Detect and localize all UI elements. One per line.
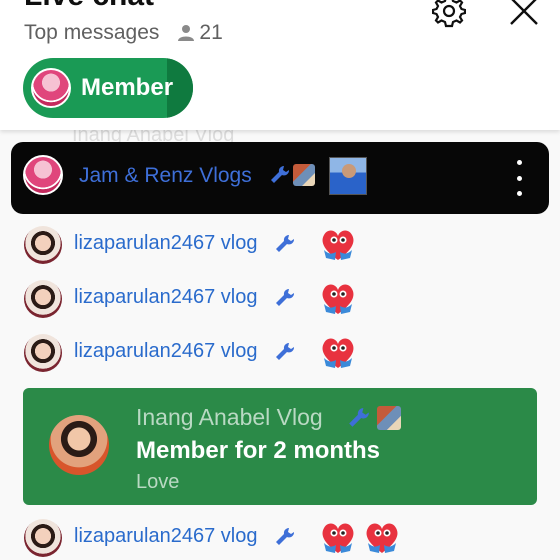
message-author[interactable]: lizaparulan2467 vlog <box>74 340 257 363</box>
avatar <box>49 415 109 475</box>
avatar <box>31 68 71 108</box>
membership-milestone-message[interactable]: Inang Anabel Vlog Member for 2 months Lo… <box>23 388 537 505</box>
member-chip-label: Member <box>81 74 174 101</box>
chat-message[interactable]: lizaparulan2467 vlog <box>24 226 544 266</box>
wrench-icon <box>274 526 296 553</box>
person-icon <box>178 25 195 41</box>
more-vert-icon[interactable] <box>509 160 529 196</box>
message-author[interactable]: lizaparulan2467 vlog <box>74 232 257 255</box>
message-author[interactable]: lizaparulan2467 vlog <box>74 525 257 548</box>
heart-hug-emoji-icon <box>366 523 398 553</box>
pinned-author[interactable]: Jam & Renz Vlogs <box>79 164 252 188</box>
viewer-count-value: 21 <box>199 21 223 44</box>
wrench-icon <box>347 406 371 435</box>
member-filter-chip[interactable]: Member <box>23 58 193 118</box>
message-author[interactable]: lizaparulan2467 vlog <box>74 286 257 309</box>
pinned-message[interactable]: Jam & Renz Vlogs <box>11 142 549 214</box>
avatar <box>23 155 63 195</box>
chat-message[interactable]: lizaparulan2467 vlog <box>24 519 544 559</box>
chat-message[interactable]: lizaparulan2467 vlog <box>24 334 544 374</box>
member-badge-icon <box>293 164 315 186</box>
wrench-icon <box>274 287 296 314</box>
chat-message[interactable]: lizaparulan2467 vlog <box>24 280 544 320</box>
chat-header: Live chat Top messages 21 Member <box>0 0 560 130</box>
heart-hug-emoji-icon <box>322 338 354 368</box>
wrench-icon <box>274 341 296 368</box>
membership-message-text: Love <box>136 471 180 493</box>
heart-hug-emoji-icon <box>322 284 354 314</box>
avatar <box>24 280 62 318</box>
wrench-icon <box>274 233 296 260</box>
chat-mode-label[interactable]: Top messages <box>24 21 159 45</box>
chat-title: Live chat <box>24 0 154 14</box>
wrench-icon <box>269 164 291 191</box>
avatar <box>24 226 62 264</box>
pinned-photo <box>329 157 367 195</box>
avatar <box>24 334 62 372</box>
chat-mode-row[interactable]: Top messages 21 <box>24 20 223 46</box>
membership-author[interactable]: Inang Anabel Vlog <box>136 404 323 431</box>
avatar <box>24 519 62 557</box>
membership-title: Member for 2 months <box>136 437 381 464</box>
close-icon[interactable] <box>506 0 542 26</box>
heart-hug-emoji-icon <box>322 230 354 260</box>
chat-message-list[interactable]: Inang Anabel Vlog Jam & Renz Vlogs lizap… <box>0 130 560 560</box>
viewer-count: 21 <box>177 21 223 45</box>
heart-hug-emoji-icon <box>322 523 354 553</box>
member-badge-icon <box>377 406 401 430</box>
gear-icon[interactable] <box>431 0 467 28</box>
